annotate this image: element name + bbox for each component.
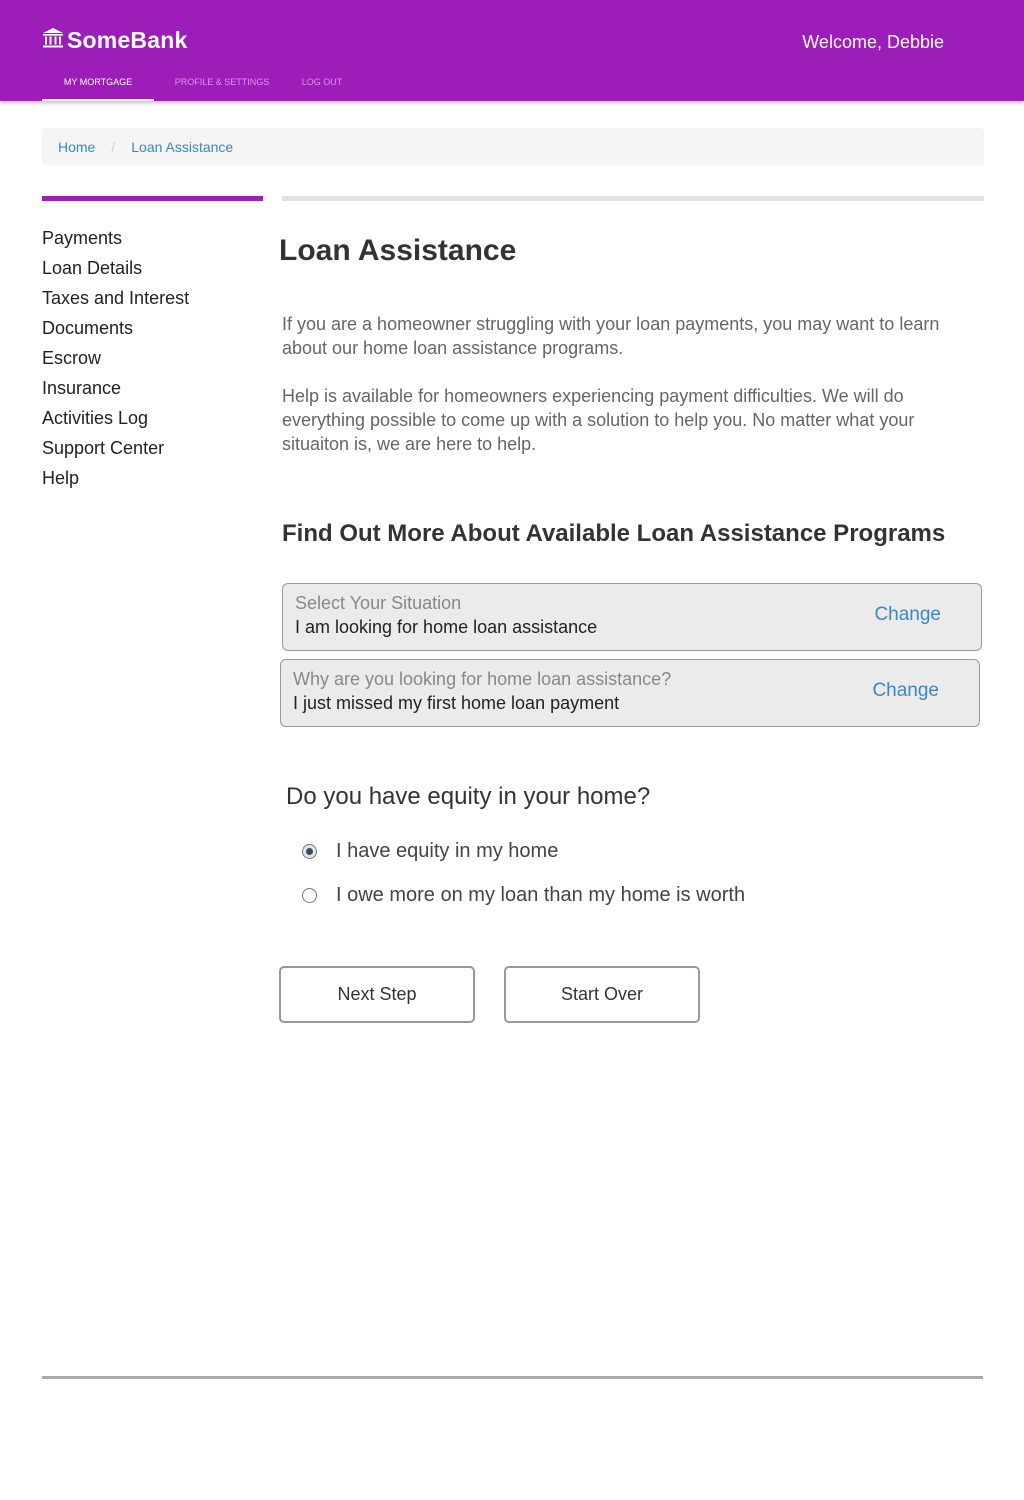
nav-profile-settings[interactable]: PROFILE & SETTINGS [166,64,278,101]
sidebar-item-documents[interactable]: Documents [42,313,263,343]
choice-value: I am looking for home loan assistance [295,617,598,637]
option-owe-more[interactable]: I owe more on my loan than my home is wo… [302,884,745,907]
sidebar-item-loan-details[interactable]: Loan Details [42,253,263,283]
breadcrumb-home[interactable]: Home [58,139,95,155]
radio-button-selected[interactable] [302,844,317,859]
choice-label: Select Your Situation [295,593,462,613]
intro-paragraph: Help is available for homeowners experie… [282,386,915,454]
sidebar-item-escrow[interactable]: Escrow [42,343,263,373]
bank-icon [42,27,67,54]
intro-text: If you are a homeowner struggling with y… [282,312,972,456]
reason-choice: Why are you looking for home loan assist… [280,659,980,727]
main-accent-bar [282,196,984,201]
choice-value: I just missed my first home loan payment [293,693,620,713]
brand-name: SomeBank [67,27,188,53]
breadcrumb: Home / Loan Assistance [42,128,984,165]
breadcrumb-loan-assistance[interactable]: Loan Assistance [131,139,233,155]
footer-divider [42,1376,983,1379]
change-situation-link[interactable]: Change [874,604,941,626]
sidebar-accent-bar [42,196,263,201]
start-over-button[interactable]: Start Over [504,966,700,1023]
radio-label[interactable]: I owe more on my loan than my home is wo… [336,884,745,907]
nav-my-mortgage[interactable]: MY MORTGAGE [42,64,154,101]
section-heading: Find Out More About Available Loan Assis… [282,520,946,547]
welcome-message: Welcome, Debbie [802,32,944,52]
intro-paragraph: If you are a homeowner struggling with y… [282,314,940,358]
equity-question: Do you have equity in your home? [286,783,651,810]
sidebar-item-insurance[interactable]: Insurance [42,373,263,403]
sidebar-item-help[interactable]: Help [42,463,263,493]
radio-button[interactable] [302,888,317,903]
nav-log-out[interactable]: LOG OUT [293,64,351,101]
next-step-button[interactable]: Next Step [279,966,475,1023]
radio-label[interactable]: I have equity in my home [336,840,558,863]
change-reason-link[interactable]: Change [872,680,939,702]
sidebar-item-activities-log[interactable]: Activities Log [42,403,263,433]
situation-choice: Select Your Situation I am looking for h… [282,583,982,651]
page-title: Loan Assistance [279,234,517,267]
top-header: SomeBank Welcome, Debbie MY MORTGAGE PRO… [0,0,1024,101]
sidebar-item-payments[interactable]: Payments [42,223,263,253]
main-nav: MY MORTGAGE PROFILE & SETTINGS LOG OUT [42,64,351,101]
option-have-equity[interactable]: I have equity in my home [302,840,558,863]
sidebar-item-support-center[interactable]: Support Center [42,433,263,463]
breadcrumb-separator: / [111,138,116,155]
brand-logo[interactable]: SomeBank [42,27,187,54]
sidebar-nav: Payments Loan Details Taxes and Interest… [42,223,263,493]
sidebar-item-taxes-and-interest[interactable]: Taxes and Interest [42,283,263,313]
choice-label: Why are you looking for home loan assist… [293,669,672,689]
